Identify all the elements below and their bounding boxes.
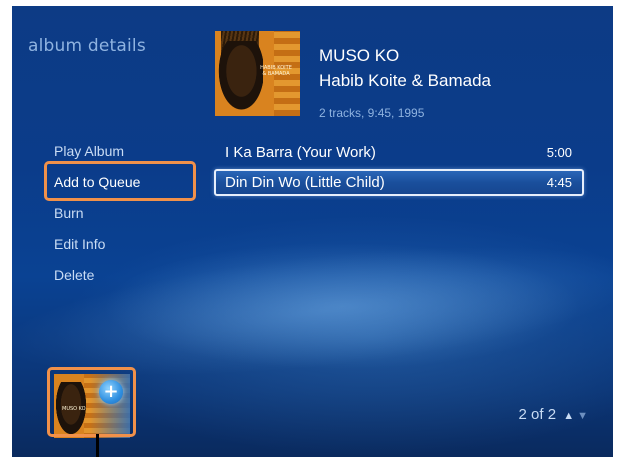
menu-item-delete[interactable]: Delete — [54, 261, 204, 289]
track-name: Din Din Wo (Little Child) — [225, 174, 385, 191]
pager-text: 2 of 2 — [518, 406, 557, 423]
menu-item-edit-info[interactable]: Edit Info — [54, 230, 204, 258]
track-duration: 5:00 — [546, 145, 572, 160]
highlight-queue-thumbnail — [47, 367, 136, 437]
track-duration: 4:45 — [546, 175, 572, 190]
highlight-add-to-queue — [44, 161, 196, 201]
album-cover-art: HABIB KOITE & BAMADA — [215, 31, 300, 116]
chevron-up-icon[interactable]: ▲ — [563, 410, 574, 422]
section-title: album details — [28, 36, 146, 56]
track-row[interactable]: I Ka Barra (Your Work) 5:00 — [214, 139, 584, 166]
menu-item-burn[interactable]: Burn — [54, 199, 204, 227]
album-title: MUSO KO — [319, 46, 400, 65]
cover-text-line2: & BAMADA — [262, 71, 290, 77]
album-meta: 2 tracks, 9:45, 1995 — [319, 106, 425, 120]
cover-text: HABIB KOITE & BAMADA — [259, 65, 293, 77]
pager: 2 of 2 ▲ ▼ — [519, 406, 588, 423]
cover-portrait — [215, 41, 263, 116]
track-name: I Ka Barra (Your Work) — [225, 144, 376, 161]
album-artist: Habib Koite & Bamada — [319, 71, 491, 90]
chevron-down-icon[interactable]: ▼ — [577, 410, 588, 422]
track-row-focused[interactable]: Din Din Wo (Little Child) 4:45 — [214, 169, 584, 196]
pointer-line — [96, 434, 99, 457]
